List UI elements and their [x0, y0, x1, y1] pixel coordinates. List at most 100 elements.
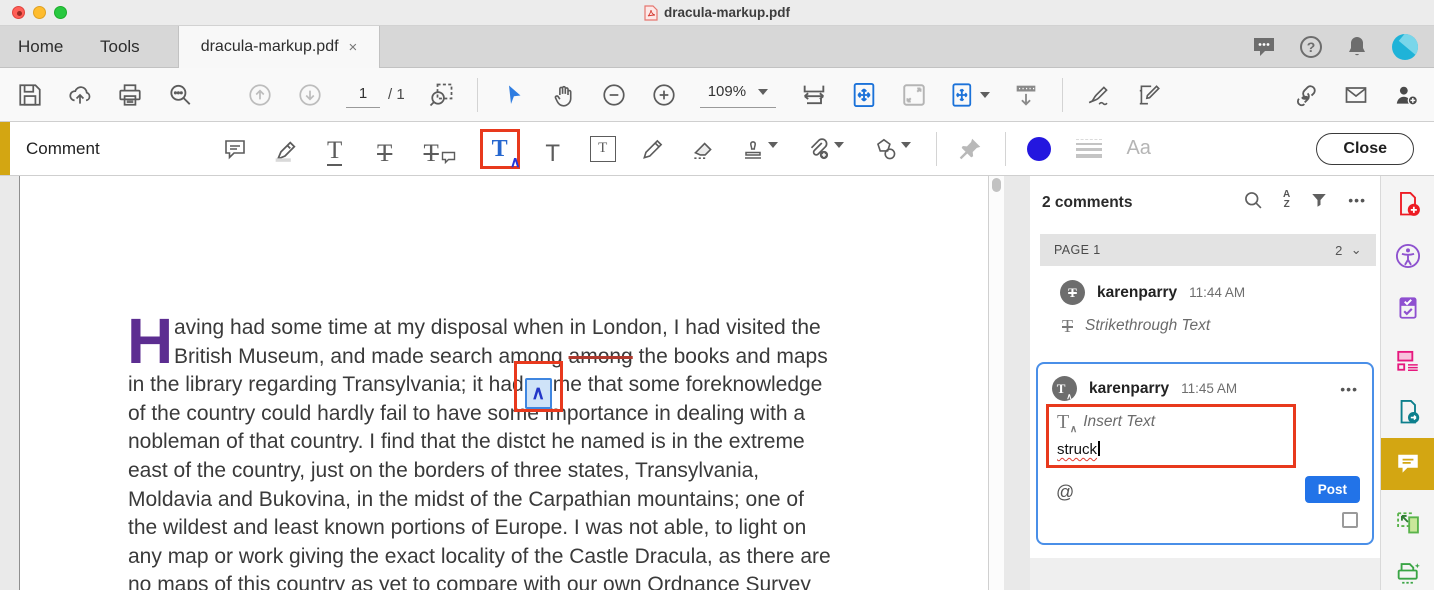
email-icon[interactable] — [1342, 80, 1370, 110]
comment-card-insert-text-selected[interactable]: T∧ karenparry 11:45 AM ••• T∧ Insert Tex… — [1036, 362, 1374, 545]
comment-author: karenparry — [1089, 380, 1169, 398]
fill-sign-icon[interactable] — [1135, 80, 1163, 110]
chevron-down-icon — [768, 142, 778, 148]
zoom-in-icon[interactable] — [650, 80, 678, 110]
scroll-display-icon[interactable] — [1012, 80, 1040, 110]
tab-home[interactable]: Home — [18, 26, 63, 68]
tools-rail — [1380, 176, 1434, 590]
share-link-icon[interactable] — [1292, 80, 1320, 110]
chevron-down-icon — [834, 142, 844, 148]
comment-tool-active-icon[interactable] — [1381, 438, 1434, 490]
crop-pages-icon[interactable] — [1381, 496, 1434, 548]
chevron-down-icon — [901, 142, 911, 148]
close-window-button[interactable] — [12, 6, 25, 19]
text-box-icon[interactable]: T — [588, 132, 618, 166]
doc-line: east of the country, just on the borders… — [128, 459, 918, 488]
replace-text-icon[interactable]: T — [420, 132, 460, 166]
select-tool-icon[interactable] — [500, 80, 528, 110]
document-tab-label: dracula-markup.pdf — [201, 38, 339, 56]
main-toolbar: 1 / 1 109% — [0, 68, 1434, 122]
avatar-strikethrough: T — [1060, 280, 1085, 305]
fit-width-icon[interactable] — [800, 80, 828, 110]
zoom-level-dropdown[interactable]: 109% — [700, 81, 776, 108]
organize-pages-icon[interactable] — [1381, 334, 1434, 386]
search-comments-icon[interactable] — [1243, 190, 1263, 210]
maximize-window-button[interactable] — [54, 6, 67, 19]
document-scrollbar[interactable] — [988, 176, 1004, 590]
zoom-out-icon[interactable] — [600, 80, 628, 110]
attach-file-icon[interactable] — [802, 132, 848, 166]
notifications-bell-icon[interactable] — [1346, 35, 1368, 59]
insert-text-tool-selected[interactable]: T ∧ — [480, 129, 520, 169]
document-tab[interactable]: dracula-markup.pdf × — [178, 26, 380, 68]
sort-az-icon[interactable]: AZ — [1283, 190, 1290, 210]
print-icon[interactable] — [116, 80, 144, 110]
text-cursor — [1098, 441, 1100, 456]
accessibility-icon[interactable] — [1381, 230, 1434, 282]
help-icon[interactable]: ? — [1300, 36, 1322, 58]
scan-ocr-icon[interactable] — [1381, 548, 1434, 590]
fit-page-icon[interactable] — [850, 80, 878, 110]
color-swatch-blue[interactable] — [1024, 132, 1054, 166]
create-pdf-icon[interactable] — [1381, 178, 1434, 230]
stamp-icon[interactable] — [738, 132, 782, 166]
collapse-chevron-icon[interactable]: ⌄ — [1351, 242, 1362, 258]
next-page-icon[interactable] — [296, 80, 324, 110]
cloud-upload-icon[interactable] — [66, 80, 94, 110]
close-comment-button[interactable]: Close — [1316, 133, 1414, 165]
close-tab-icon[interactable]: × — [349, 39, 358, 56]
mention-button[interactable]: @ — [1056, 482, 1074, 503]
page-display-dropdown-icon[interactable] — [950, 80, 990, 110]
document-text: aving had some time at my disposal when … — [128, 316, 918, 590]
comments-list: 2 comments AZ ••• PAGE 1 2⌄ — [1030, 176, 1380, 558]
export-pdf-icon[interactable] — [1381, 386, 1434, 438]
underline-text-icon[interactable]: T — [320, 132, 350, 166]
sticky-note-icon[interactable] — [220, 132, 250, 166]
marquee-zoom-icon[interactable] — [427, 80, 455, 110]
strikethrough-annotation[interactable]: among — [569, 345, 633, 368]
search-icon[interactable] — [166, 80, 194, 110]
avatar-insert-text: T∧ — [1052, 376, 1077, 401]
post-button[interactable]: Post — [1305, 476, 1360, 503]
strikethrough-type-icon: T — [1062, 317, 1073, 335]
doc-line: Moldavia and Bukovina, in the midst of t… — [128, 488, 918, 517]
page-group-header[interactable]: PAGE 1 2⌄ — [1040, 234, 1376, 266]
window-title-text: dracula-markup.pdf — [664, 5, 790, 20]
text-style-icon[interactable]: Aa — [1124, 132, 1154, 166]
insert-caret-annotation[interactable]: ∧ — [525, 373, 552, 409]
shapes-icon[interactable] — [868, 132, 916, 166]
doc-line: aving had some time at my disposal when … — [128, 316, 918, 345]
line-weight-icon[interactable] — [1074, 132, 1104, 166]
tab-bar: Home Tools dracula-markup.pdf × ? — [0, 26, 1434, 68]
comment-item-strikethrough[interactable]: T karenparry 11:44 AM T Strikethrough Te… — [1030, 280, 1374, 335]
insert-text-type-icon: T∧ — [1057, 412, 1069, 432]
pencil-icon[interactable] — [638, 132, 668, 166]
sign-pen-icon[interactable] — [1085, 80, 1113, 110]
chat-icon[interactable] — [1252, 36, 1276, 58]
tab-tools[interactable]: Tools — [100, 26, 140, 68]
save-icon[interactable] — [16, 80, 44, 110]
account-avatar[interactable] — [1392, 34, 1418, 60]
previous-page-icon[interactable] — [246, 80, 274, 110]
hand-tool-icon[interactable] — [550, 80, 578, 110]
fullscreen-icon[interactable] — [900, 80, 928, 110]
pin-icon[interactable] — [955, 132, 985, 166]
comment-options-icon[interactable]: ••• — [1340, 381, 1358, 397]
strikethrough-text-icon[interactable]: T — [370, 132, 400, 166]
page-group-label: PAGE 1 — [1054, 243, 1101, 257]
add-text-icon[interactable]: T — [538, 132, 568, 166]
highlighter-icon[interactable] — [270, 132, 300, 166]
resolve-checkbox[interactable] — [1342, 512, 1358, 528]
zoom-level-value: 109% — [708, 83, 746, 100]
page-number-input[interactable]: 1 — [346, 82, 380, 108]
scrollbar-thumb[interactable] — [992, 178, 1001, 192]
minimize-window-button[interactable] — [33, 6, 46, 19]
comment-draft-input[interactable]: struck — [1057, 441, 1097, 458]
action-check-icon[interactable] — [1381, 282, 1434, 334]
more-options-icon[interactable]: ••• — [1348, 192, 1366, 208]
eraser-icon[interactable] — [688, 132, 718, 166]
comments-count-header: 2 comments — [1042, 194, 1132, 212]
filter-icon[interactable] — [1310, 191, 1328, 209]
add-user-icon[interactable] — [1392, 80, 1420, 110]
panel-gutter — [1004, 176, 1030, 590]
